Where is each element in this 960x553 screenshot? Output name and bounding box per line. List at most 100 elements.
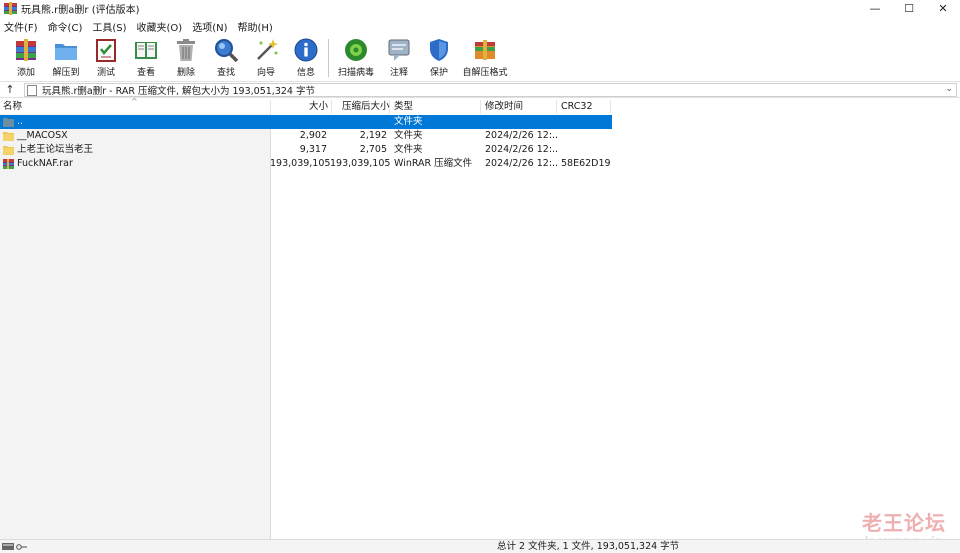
window-title: 玩具熊.r删a删r (评估版本) (21, 5, 140, 16)
virus-scan-icon (345, 39, 367, 61)
file-type: WinRAR 压缩文件 (394, 158, 473, 169)
column-name[interactable]: 名称 (3, 100, 22, 114)
file-packed: 2,192 (359, 130, 387, 141)
sfx-archive-icon (475, 40, 495, 60)
file-row-folder[interactable]: 上老王论坛当老王 9,317 2,705 文件夹 2024/2/26 12:.. (0, 143, 612, 157)
column-type[interactable]: 类型 (394, 100, 413, 114)
up-arrow-icon[interactable]: ↑ (0, 83, 20, 96)
file-size: 2,902 (299, 130, 327, 141)
file-type: 文件夹 (394, 116, 423, 127)
close-button[interactable]: ✕ (926, 0, 960, 17)
menu-options[interactable]: 选项(N) (192, 19, 227, 34)
file-size: 193,039,105 (270, 158, 331, 169)
menu-favorites[interactable]: 收藏夹(O) (137, 19, 183, 34)
virus-scan-label: 扫描病毒 (337, 68, 374, 78)
toolbar: 添加 解压到 测试 查看 删除 查找 向导 信息 扫描病毒 注释 保护 自解压格… (0, 35, 960, 80)
watermark-text: 老王论坛 (862, 511, 946, 535)
shield-icon (430, 39, 448, 61)
file-modified: 2024/2/26 12:.. (485, 158, 559, 169)
wizard-label: 向导 (256, 68, 275, 78)
column-divider (610, 100, 611, 114)
column-divider (480, 100, 481, 114)
file-name: __MACOSX (17, 130, 68, 141)
extract-to-button[interactable]: 解压到 (46, 35, 86, 80)
file-type: 文件夹 (394, 130, 423, 141)
test-button[interactable]: 测试 (86, 35, 126, 80)
column-divider (270, 100, 271, 114)
add-label: 添加 (16, 68, 35, 78)
file-row-rar[interactable]: FuckNAF.rar 193,039,105 193,039,105 WinR… (0, 157, 612, 171)
key-icon (16, 544, 27, 550)
extract-folder-icon (55, 44, 77, 60)
sfx-button[interactable]: 自解压格式 (459, 35, 511, 80)
rar-file-icon (3, 159, 14, 169)
winrar-app-icon (4, 2, 17, 15)
add-archive-icon (16, 39, 36, 61)
chevron-down-icon[interactable]: ⌄ (945, 84, 953, 94)
column-header: 名称 ^ 大小 压缩后大小 类型 修改时间 CRC32 (0, 97, 960, 114)
toolbar-separator (328, 39, 329, 77)
extract-to-label: 解压到 (52, 68, 80, 78)
address-field[interactable]: 玩具熊.r删a删r - RAR 压缩文件, 解包大小为 193,051,324 … (24, 83, 957, 97)
maximize-button[interactable]: ☐ (892, 0, 926, 17)
file-packed: 193,039,105 (330, 158, 391, 169)
add-button[interactable]: 添加 (6, 35, 46, 80)
name-column-area (0, 114, 270, 539)
column-splitter[interactable] (270, 114, 271, 539)
menu-bar: 文件(F) 命令(C) 工具(S) 收藏夹(O) 选项(N) 帮助(H) (0, 18, 960, 34)
file-modified: 2024/2/26 12:.. (485, 144, 559, 155)
status-icons (2, 542, 28, 551)
menu-commands[interactable]: 命令(C) (48, 19, 83, 34)
view-button[interactable]: 查看 (126, 35, 166, 80)
test-label: 测试 (96, 68, 115, 78)
file-packed: 2,705 (359, 144, 387, 155)
address-bar: ↑ 玩具熊.r删a删r - RAR 压缩文件, 解包大小为 193,051,32… (0, 81, 960, 98)
protect-label: 保护 (429, 68, 448, 78)
parent-folder-icon (3, 118, 14, 127)
column-divider (389, 100, 390, 114)
column-crc[interactable]: CRC32 (561, 100, 592, 114)
menu-help[interactable]: 帮助(H) (238, 19, 273, 34)
info-button[interactable]: 信息 (286, 35, 326, 80)
protect-button[interactable]: 保护 (419, 35, 459, 80)
file-modified: 2024/2/26 12:.. (485, 130, 559, 141)
file-row-parent[interactable]: .. 文件夹 (0, 115, 612, 129)
title-bar: 玩具熊.r删a删r (评估版本) — ☐ ✕ (0, 0, 960, 17)
minimize-button[interactable]: — (858, 0, 892, 17)
file-crc: 58E62D19 (561, 158, 611, 169)
file-type: 文件夹 (394, 144, 423, 155)
window-controls: — ☐ ✕ (858, 0, 960, 17)
archive-file-icon (27, 84, 37, 96)
column-size[interactable]: 大小 (309, 100, 328, 114)
find-label: 查找 (216, 68, 235, 78)
column-modified[interactable]: 修改时间 (485, 100, 523, 114)
magnifier-icon (215, 39, 239, 63)
view-label: 查看 (136, 68, 155, 78)
trash-icon (177, 39, 195, 61)
file-name: 上老王论坛当老王 (17, 144, 94, 155)
column-packed[interactable]: 压缩后大小 (342, 100, 390, 114)
status-summary: 总计 2 文件夹, 1 文件, 193,051,324 字节 (497, 541, 680, 552)
file-name: FuckNAF.rar (17, 158, 73, 169)
address-path: 玩具熊.r删a删r - RAR 压缩文件, 解包大小为 193,051,324 … (42, 86, 315, 97)
info-label: 信息 (296, 68, 315, 78)
file-size: 9,317 (299, 144, 327, 155)
menu-file[interactable]: 文件(F) (4, 19, 38, 34)
comment-button[interactable]: 注释 (379, 35, 419, 80)
drive-icon (2, 543, 14, 550)
view-book-icon (135, 42, 157, 59)
comment-label: 注释 (389, 68, 408, 78)
file-row-macosx[interactable]: __MACOSX 2,902 2,192 文件夹 2024/2/26 12:.. (0, 129, 612, 143)
menu-tools[interactable]: 工具(S) (92, 19, 126, 34)
file-name: .. (17, 116, 24, 127)
virus-scan-button[interactable]: 扫描病毒 (333, 35, 379, 80)
info-icon (294, 38, 318, 62)
comment-icon (388, 39, 410, 61)
find-button[interactable]: 查找 (206, 35, 246, 80)
column-divider (556, 100, 557, 114)
wizard-wand-icon (257, 39, 278, 60)
test-checklist-icon (96, 39, 116, 62)
delete-button[interactable]: 删除 (166, 35, 206, 80)
wizard-button[interactable]: 向导 (246, 35, 286, 80)
sfx-label: 自解压格式 (462, 68, 508, 78)
